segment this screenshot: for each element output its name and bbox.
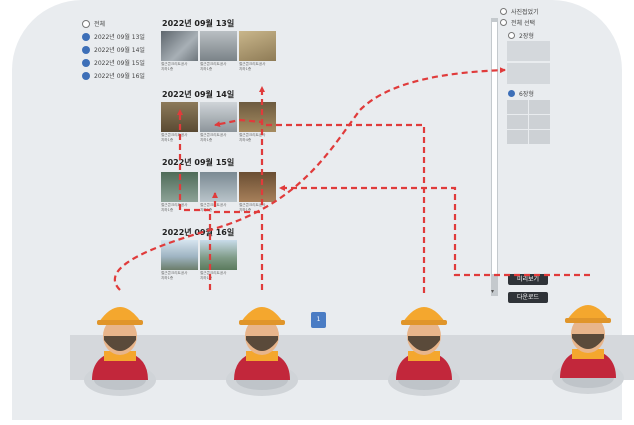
flow-arrow [177,109,212,290]
worker-figure [388,307,460,396]
flow-arrow [259,86,426,293]
worker-figure [84,307,156,396]
flow-arrow [113,67,506,291]
worker-figure [226,307,298,396]
flow-overlay [84,67,624,396]
flow-arrow [212,192,264,290]
workflow-diagram: 전체 2022년 09월 13일 2022년 09월 14일 2022년 09월… [0,0,634,425]
flow-arrow [279,185,590,277]
flow-arrow [214,118,264,205]
worker-figure [552,305,624,394]
